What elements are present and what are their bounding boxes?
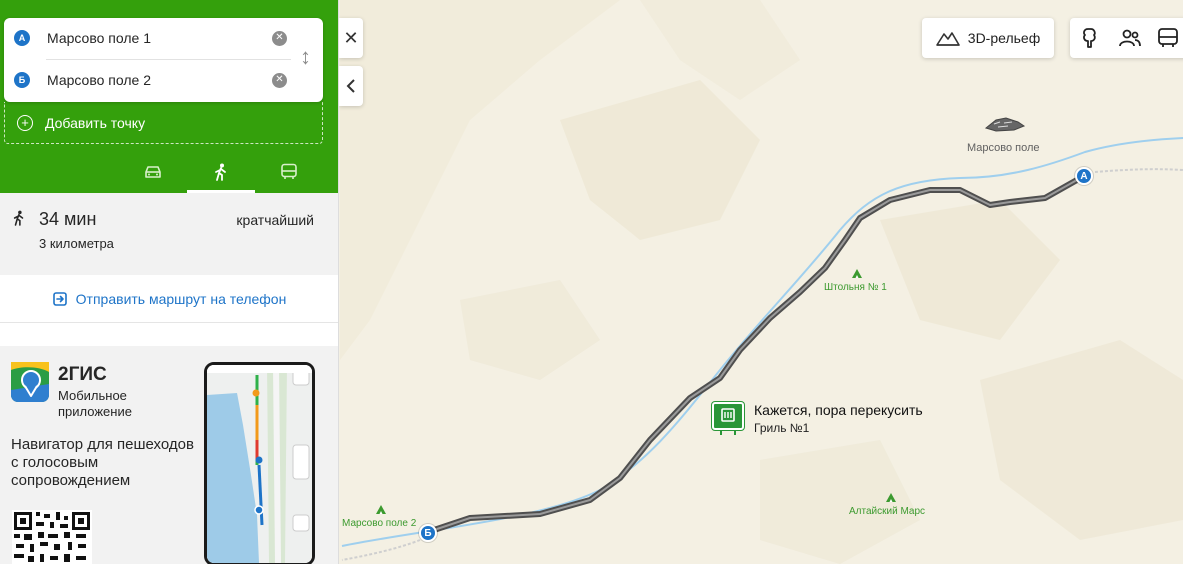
phone-screen-map [207,365,312,563]
food-subtitle: Гриль №1 [754,421,810,435]
map-layer-controls [1070,18,1183,58]
send-to-phone-icon [52,291,67,306]
collapse-panel-button[interactable] [339,66,363,106]
walk-icon [215,163,226,181]
walk-icon [13,210,24,226]
close-icon: ✕ [343,27,359,48]
route-duration: 34 мин [39,209,97,229]
tab-walk[interactable] [187,150,255,193]
bus-icon[interactable] [1156,26,1180,50]
promo-description: Навигатор для пешеходов с голосовым сопр… [11,436,194,489]
tab-car[interactable] [119,150,187,193]
route-tag: кратчайший [236,212,314,228]
route-pin-a[interactable]: А [1075,167,1093,185]
add-point-button[interactable]: + Добавить точку [4,102,323,144]
route-sidebar: А Марсово поле 1 ✕ Б Марсово поле 2 ✕ ↕ … [0,0,339,564]
route-point-to[interactable]: Б Марсово поле 2 ✕ [4,60,294,100]
add-point-label: Добавить точку [45,114,146,131]
route-summary[interactable]: 34 мин кратчайший 3 километра [0,193,338,275]
close-route-button[interactable]: ✕ [339,18,363,58]
route-search-panel: А Марсово поле 1 ✕ Б Марсово поле 2 ✕ ↕ … [0,0,338,193]
qr-code-icon [12,510,92,564]
label-altai-mars[interactable]: Алтайский Марс [849,506,925,517]
swap-points-icon[interactable]: ↕ [300,46,311,68]
map-tool-icon[interactable] [1080,26,1104,50]
app-promo[interactable]: 2ГИС Мобильное приложение Навигатор для … [0,346,338,564]
mountain-icon [935,32,960,46]
route-distance: 3 километра [39,236,114,251]
phone-mockup [204,362,315,564]
clear-from-icon[interactable]: ✕ [272,30,287,46]
point-b-badge: Б [14,72,30,88]
rocks-landmark-icon [984,117,1026,132]
route-points-box: А Марсово поле 1 ✕ Б Марсово поле 2 ✕ ↕ [4,18,323,102]
label-shtolnya[interactable]: Штольня № 1 [824,282,887,293]
relief-3d-label: 3D-рельеф [967,30,1041,46]
add-circle-icon: + [17,114,33,131]
label-marsovo-pole-2[interactable]: Марсово поле 2 [342,518,416,529]
label-marsovo-pole[interactable]: Марсово поле [967,142,1040,154]
2gis-logo-icon [11,362,49,402]
bus-icon [281,163,297,179]
send-route-button[interactable]: Отправить маршрут на телефон [0,275,338,323]
route-pin-b[interactable]: Б [419,524,437,542]
clear-to-icon[interactable]: ✕ [272,72,287,88]
transport-mode-tabs [119,150,323,193]
promo-title: 2ГИС [58,364,107,385]
relief-3d-button[interactable]: 3D-рельеф [922,18,1054,58]
cave-poi-icon [852,269,862,278]
from-input[interactable]: Марсово поле 1 [47,30,151,46]
to-input[interactable]: Марсово поле 2 [47,72,151,88]
food-suggestion[interactable]: Кажется, пора перекусить Гриль №1 [712,402,923,435]
grill-icon [712,402,744,435]
people-icon[interactable] [1118,26,1142,50]
chevron-left-icon [346,79,355,93]
send-route-label: Отправить маршрут на телефон [75,290,287,307]
tab-transit[interactable] [255,150,323,193]
place-poi-icon [886,493,896,502]
route-point-from[interactable]: А Марсово поле 1 ✕ [4,18,294,58]
promo-subtitle: Мобильное приложение [58,388,132,419]
place-poi-icon [376,505,386,514]
point-a-badge: А [14,30,30,46]
car-icon [145,165,161,178]
food-title: Кажется, пора перекусить [754,402,923,418]
